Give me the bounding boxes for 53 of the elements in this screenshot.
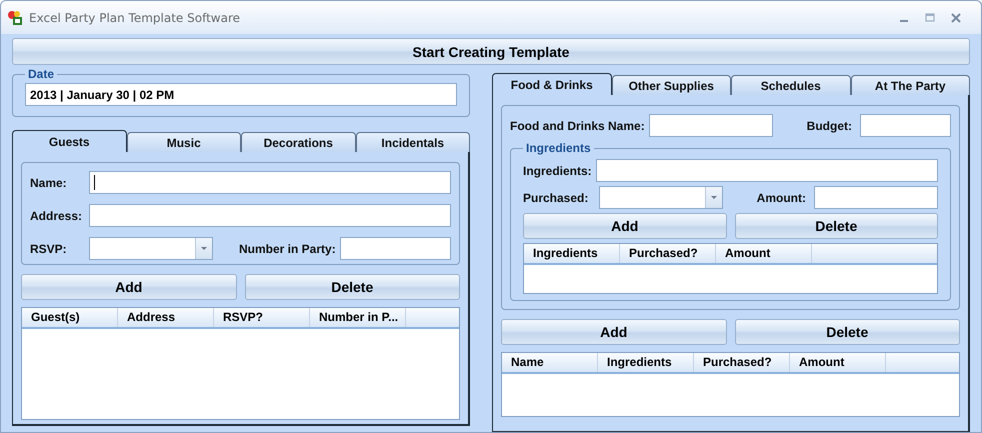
column-header[interactable]: Name: [502, 353, 598, 372]
column-header[interactable]: Ingredients: [598, 353, 694, 372]
action-button[interactable]: Add: [501, 319, 726, 345]
field-label: Name:: [30, 176, 68, 190]
tab[interactable]: Guests: [12, 130, 126, 152]
tab[interactable]: Schedules: [731, 75, 850, 95]
budget-field[interactable]: [860, 114, 951, 137]
field-label: Amount:: [756, 190, 807, 204]
column-header[interactable]: Ingredients: [524, 244, 620, 263]
app-icon: [7, 10, 23, 26]
dropdown-arrow-icon: [711, 196, 717, 199]
tab[interactable]: Music: [126, 132, 241, 152]
field-label: Purchased:: [523, 190, 590, 204]
action-button[interactable]: Add: [21, 274, 236, 300]
column-header[interactable]: Amount: [716, 244, 812, 263]
column-header[interactable]: Amount: [790, 353, 886, 372]
close-icon[interactable]: [951, 12, 961, 22]
address-field[interactable]: [89, 204, 451, 227]
window-title: Excel Party Plan Template Software: [29, 10, 240, 24]
column-header[interactable]: Address: [118, 308, 214, 327]
rsvp-dropdown[interactable]: [89, 237, 213, 260]
tab[interactable]: At The Party: [850, 75, 970, 95]
action-button[interactable]: Delete: [734, 213, 938, 239]
amount-field[interactable]: [814, 186, 938, 209]
dropdown-arrow-icon: [201, 247, 207, 250]
column-header[interactable]: Guest(s): [22, 308, 118, 327]
action-button[interactable]: Add: [523, 213, 726, 239]
number-in-party-field[interactable]: [340, 237, 451, 260]
column-header[interactable]: Purchased?: [620, 244, 716, 263]
field-label: Food and Drinks Name:: [510, 118, 645, 132]
food-name-field[interactable]: [648, 114, 773, 137]
column-header[interactable]: Number in P...: [310, 308, 406, 327]
tab[interactable]: Food & Drinks: [492, 73, 612, 95]
action-button[interactable]: Delete: [734, 319, 960, 345]
start-creating-template-button[interactable]: Start Creating Template: [12, 38, 970, 65]
date-field[interactable]: 2013 | January 30 | 02 PM: [25, 83, 457, 106]
field-label: RSVP:: [30, 242, 68, 256]
column-header[interactable]: Purchased?: [694, 353, 790, 372]
name-field[interactable]: [89, 171, 451, 194]
group-title: Ingredients: [525, 141, 592, 155]
column-header[interactable]: RSVP?: [214, 308, 310, 327]
field-label: Ingredients:: [523, 164, 592, 178]
action-button[interactable]: Delete: [244, 274, 460, 300]
field-label: Number in Party:: [239, 242, 336, 256]
purchased-dropdown[interactable]: [599, 186, 723, 209]
field-label: Address:: [30, 208, 84, 222]
maximize-icon[interactable]: [925, 12, 935, 22]
group-title: Date: [27, 67, 56, 81]
tab[interactable]: Decorations: [241, 132, 356, 152]
field-label: Budget:: [806, 118, 853, 132]
tab[interactable]: Other Supplies: [612, 75, 731, 95]
ingredients-field[interactable]: [596, 159, 938, 182]
tab[interactable]: Incidentals: [356, 132, 470, 152]
